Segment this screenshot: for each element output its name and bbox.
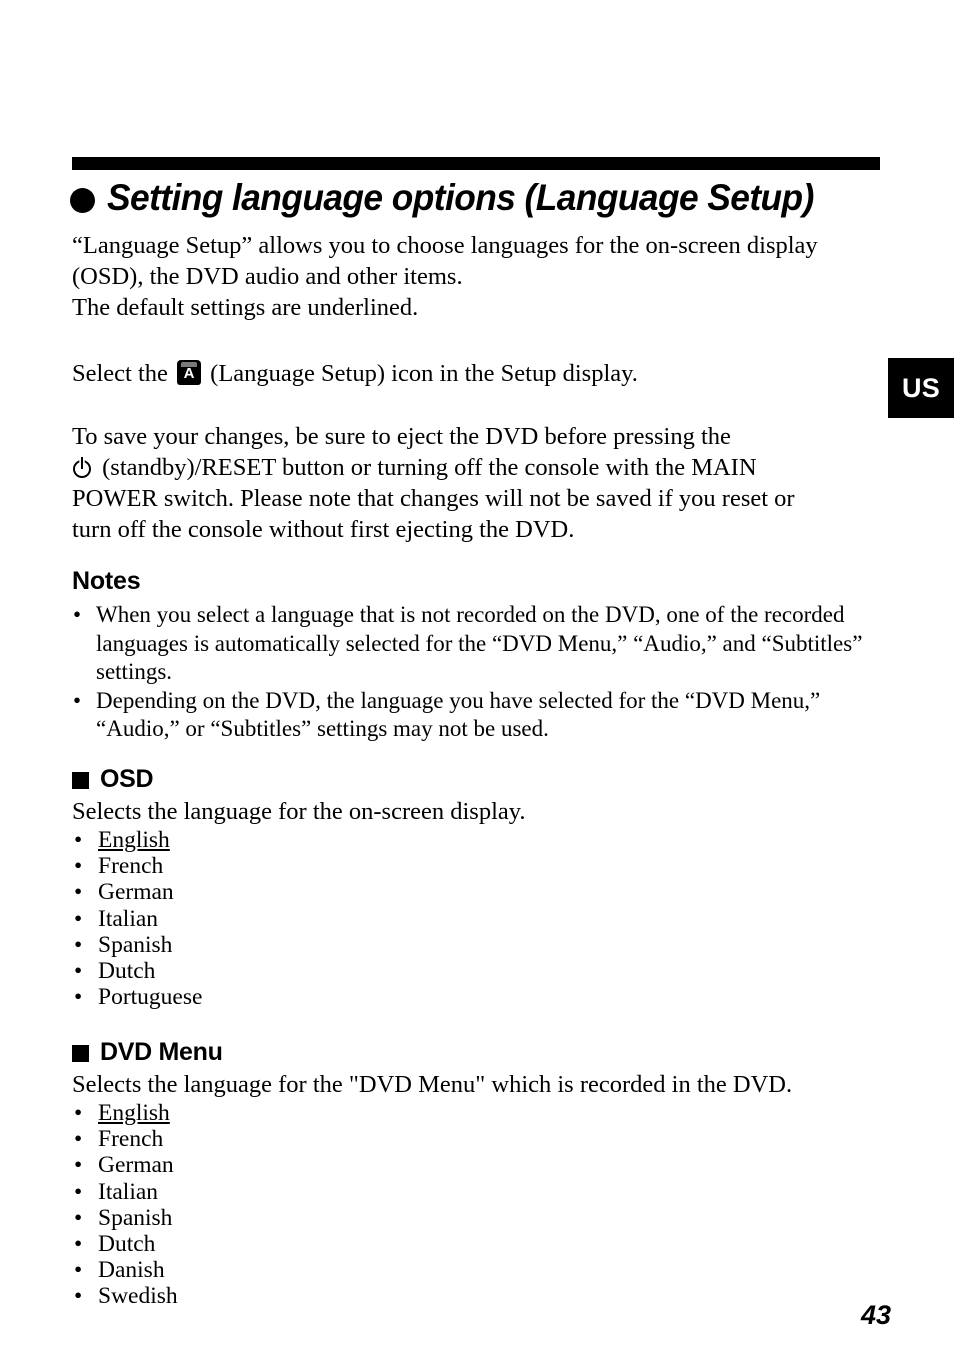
bullet-icon: • — [74, 1231, 83, 1258]
filled-square-icon — [72, 771, 89, 789]
bullet-icon: • — [74, 853, 83, 880]
bullet-icon: • — [74, 931, 83, 958]
page-number: 43 — [860, 1300, 891, 1330]
list-item: • French — [72, 853, 472, 879]
page-title-text: Setting language options (Language Setup… — [107, 177, 814, 218]
option-label: Dutch — [98, 1231, 156, 1258]
region-tab-us: US — [888, 358, 954, 418]
select-instruction-suffix: (Language Setup) icon in the Setup displ… — [204, 360, 638, 387]
document-page: Setting language options (Language Setup… — [0, 0, 954, 1357]
list-item: • Dutch — [72, 1231, 472, 1257]
option-label: German — [98, 1152, 174, 1179]
intro-line-3: The default settings are underlined. — [72, 294, 419, 321]
list-item: • Depending on the DVD, the language you… — [72, 687, 884, 744]
bullet-icon: • — [74, 1178, 83, 1205]
section-heading-osd-label: OSD — [100, 765, 154, 793]
option-list-dvd-menu: • English • French • German • Italian • … — [72, 1100, 472, 1310]
list-item: • German — [72, 879, 472, 905]
standby-power-icon — [72, 457, 94, 479]
save-warning-paragraph: To save your changes, be sure to eject t… — [72, 421, 884, 545]
save-warning-line-3: POWER switch. Please note that changes w… — [72, 485, 795, 512]
page-title: Setting language options (Language Setup… — [70, 178, 890, 218]
list-item: • Italian — [72, 1179, 472, 1205]
intro-line-2: (OSD), the DVD audio and other items. — [72, 263, 463, 290]
bullet-icon: • — [74, 1204, 83, 1231]
save-warning-line-2-text: (standby)/RESET button or turning off th… — [96, 454, 757, 481]
list-item: • Danish — [72, 1257, 472, 1283]
bullet-icon: • — [74, 905, 83, 932]
option-label: French — [98, 1126, 164, 1153]
section-description-dvd-menu: Selects the language for the "DVD Menu" … — [72, 1071, 793, 1098]
select-instruction-prefix: Select the — [72, 360, 175, 387]
bullet-icon: • — [74, 984, 83, 1011]
select-instruction: Select the A (Language Setup) icon in th… — [72, 358, 884, 389]
list-item: • When you select a language that is not… — [72, 601, 884, 687]
section-heading-osd: OSD — [72, 765, 154, 793]
notes-list: • When you select a language that is not… — [72, 601, 884, 744]
list-item: • Italian — [72, 906, 472, 932]
section-heading-dvd-menu: DVD Menu — [72, 1038, 223, 1066]
header-rule — [72, 157, 880, 170]
save-warning-line-4: turn off the console without first eject… — [72, 516, 575, 543]
bullet-icon: • — [74, 1126, 83, 1153]
bullet-icon: • — [74, 1283, 83, 1310]
intro-paragraph: “Language Setup” allows you to choose la… — [72, 230, 884, 323]
note-text: Depending on the DVD, the language you h… — [96, 687, 821, 742]
intro-line-1: “Language Setup” allows you to choose la… — [72, 232, 818, 259]
language-setup-icon: A — [177, 360, 202, 385]
list-item: • French — [72, 1126, 472, 1152]
filled-square-icon — [72, 1044, 89, 1062]
bullet-icon: • — [74, 1152, 83, 1179]
bullet-icon: • — [74, 879, 83, 906]
option-label: Danish — [98, 1257, 165, 1284]
option-label: Spanish — [98, 1204, 173, 1231]
list-item: • English — [72, 827, 472, 853]
list-item: • Dutch — [72, 958, 472, 984]
option-label: English — [98, 1100, 170, 1126]
option-label: Dutch — [98, 958, 156, 985]
option-list-osd: • English • French • German • Italian • … — [72, 827, 472, 1010]
list-item: • German — [72, 1152, 472, 1178]
section-heading-dvd-menu-label: DVD Menu — [100, 1038, 223, 1066]
option-label: Portuguese — [98, 984, 203, 1011]
option-label: Swedish — [98, 1283, 178, 1310]
section-description-osd: Selects the language for the on-screen d… — [72, 798, 526, 825]
list-item: • Spanish — [72, 932, 472, 958]
bullet-icon: • — [73, 602, 82, 627]
standby-power-icon-stem — [81, 457, 83, 469]
option-label: Spanish — [98, 931, 173, 958]
bullet-icon: • — [74, 1100, 83, 1126]
filled-circle-icon — [70, 187, 95, 213]
bullet-icon: • — [74, 958, 83, 985]
option-label: Italian — [98, 1178, 159, 1205]
language-setup-icon-letter: A — [183, 365, 195, 382]
option-label: English — [98, 827, 170, 853]
list-item: • English — [72, 1100, 472, 1126]
note-text: When you select a language that is not r… — [96, 602, 863, 684]
list-item: • Spanish — [72, 1205, 472, 1231]
list-item: • Portuguese — [72, 984, 472, 1010]
option-label: German — [98, 879, 174, 906]
bullet-icon: • — [74, 1257, 83, 1284]
list-item: • Swedish — [72, 1283, 472, 1309]
bullet-icon: • — [73, 687, 82, 713]
option-label: French — [98, 853, 164, 880]
save-warning-line-1: To save your changes, be sure to eject t… — [72, 423, 731, 450]
notes-heading: Notes — [72, 567, 141, 595]
save-warning-line-2: (standby)/RESET button or turning off th… — [72, 452, 884, 483]
bullet-icon: • — [74, 827, 83, 853]
select-instruction-line: Select the A (Language Setup) icon in th… — [72, 358, 884, 389]
option-label: Italian — [98, 905, 159, 932]
